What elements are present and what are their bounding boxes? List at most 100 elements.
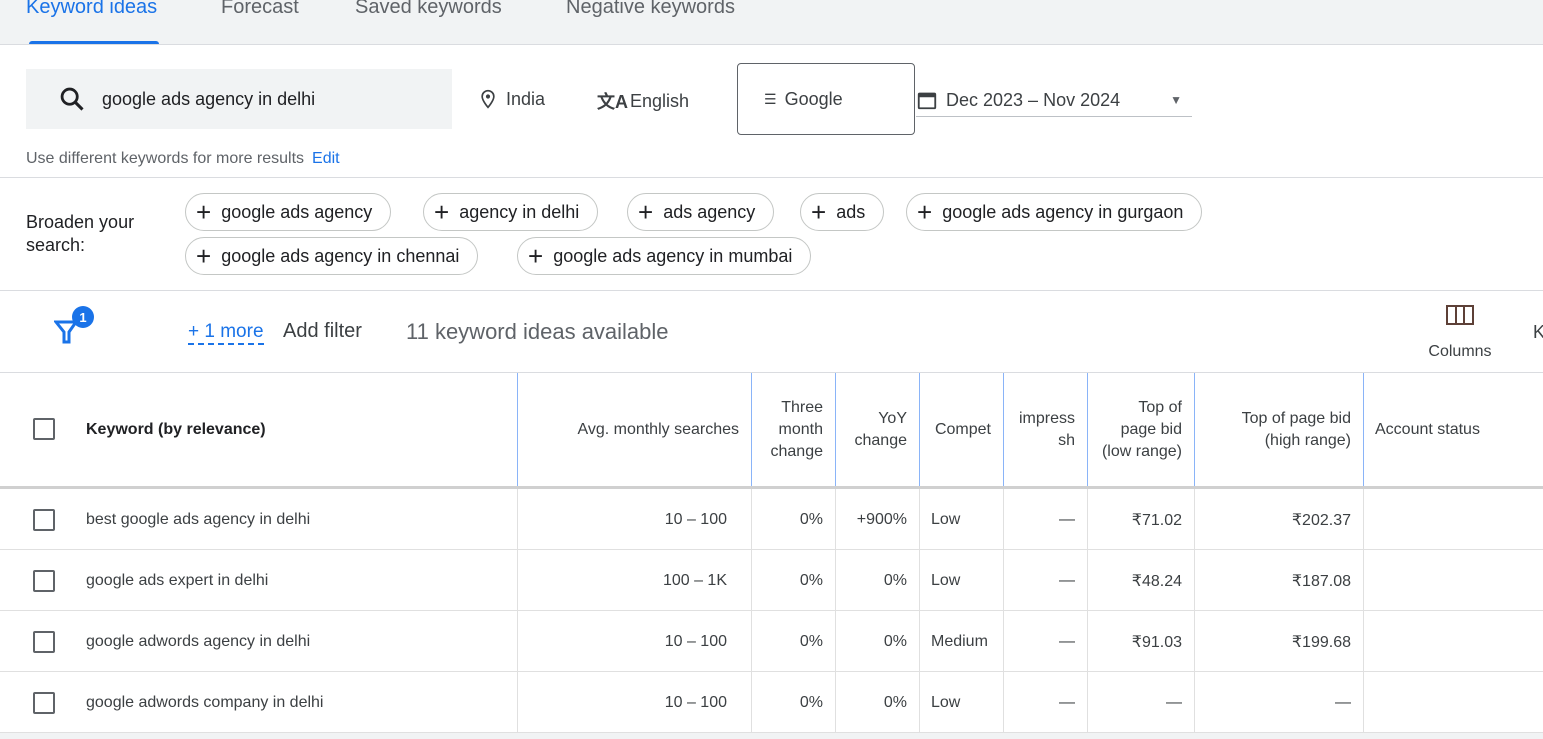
network-selector[interactable]: ☰ Google <box>737 63 915 135</box>
chip-label: google ads agency in gurgaon <box>942 201 1184 222</box>
table-cell: 10 – 100 <box>664 693 727 711</box>
hint: Use different keywords for more results E… <box>26 150 340 167</box>
table-cell: — <box>1059 693 1075 711</box>
table-cell: 100 – 1K <box>662 571 727 589</box>
table-cell: 0% <box>883 571 907 589</box>
location-label: India <box>506 88 546 109</box>
language-selector[interactable]: 文A English <box>597 88 689 114</box>
table-cell: 0% <box>799 571 823 589</box>
search-network-icon: ☰ <box>764 91 777 107</box>
chip-label: ads agency <box>663 201 756 222</box>
columns-button[interactable]: Columns <box>1420 305 1500 361</box>
table-cell: ₹202.37 <box>1291 511 1351 529</box>
language-label: English <box>630 90 690 111</box>
table-cell: Low <box>931 510 961 528</box>
plus-icon: + <box>196 241 212 271</box>
broaden-chip[interactable]: + google ads agency in mumbai <box>517 237 812 275</box>
table-cell: ₹48.24 <box>1131 572 1182 590</box>
date-range-label: Dec 2023 – Nov 2024 <box>946 89 1121 110</box>
broaden-chip[interactable]: + google ads agency in gurgaon <box>906 193 1203 231</box>
column-header[interactable]: Top of page bid (high range) <box>1206 373 1351 487</box>
table-cell: ₹71.02 <box>1131 511 1182 529</box>
chip-label: google ads agency in chennai <box>221 245 460 266</box>
dropdown-arrow-icon: ▼ <box>1170 93 1182 107</box>
chip-label: google ads agency in mumbai <box>553 245 793 266</box>
column-header[interactable]: YoY change <box>847 373 908 487</box>
tab-negative-keywords[interactable]: Negative keywords <box>566 0 735 44</box>
more-filters-link[interactable]: + 1 more <box>188 321 264 345</box>
table-cell: — <box>1166 693 1182 711</box>
tab-keyword-ideas[interactable]: Keyword ideas <box>26 0 160 44</box>
table-cell <box>1375 672 1531 733</box>
tab-forecast[interactable]: Forecast <box>221 0 299 44</box>
table-cell: google adwords agency in delhi <box>86 632 311 650</box>
table-cell: 0% <box>799 693 823 711</box>
table-cell <box>1375 489 1531 550</box>
table-cell: 0% <box>883 632 907 650</box>
translate-icon: 文A <box>597 92 628 112</box>
broaden-chip[interactable]: + ads agency <box>627 193 775 231</box>
table-cell: best google ads agency in delhi <box>86 510 311 528</box>
table-cell: ₹187.08 <box>1291 572 1351 590</box>
tab-saved-keywords[interactable]: Saved keywords <box>355 0 502 44</box>
plus-icon: + <box>528 241 544 271</box>
location-pin-icon <box>481 89 495 109</box>
tab-bar: Keyword ideas Forecast Saved keywords Ne… <box>0 0 1543 45</box>
add-filter-button[interactable]: Add filter <box>283 320 362 343</box>
plus-icon: + <box>434 197 450 227</box>
network-label: Google <box>784 89 843 109</box>
chip-label: ads <box>836 201 866 222</box>
columns-label: Columns <box>1428 343 1492 360</box>
plus-icon: + <box>917 197 933 227</box>
table-cell: 10 – 100 <box>664 510 727 528</box>
columns-icon <box>1446 305 1474 325</box>
filter-button[interactable]: 1 <box>52 306 94 351</box>
table-cell <box>1375 550 1531 611</box>
broaden-label: Broaden your search: <box>26 212 135 255</box>
table-cell: Medium <box>931 632 988 650</box>
table-cell: +900% <box>856 510 907 528</box>
chip-label: agency in delhi <box>459 201 580 222</box>
broaden-chip[interactable]: + ads <box>800 193 885 231</box>
column-header[interactable]: impress sh <box>1015 373 1075 487</box>
column-header[interactable]: Account status <box>1375 373 1531 487</box>
location-selector[interactable]: India <box>478 88 545 110</box>
table-cell: 0% <box>799 510 823 528</box>
broaden-chip[interactable]: + google ads agency in chennai <box>185 237 479 275</box>
column-header[interactable]: Avg. monthly searches <box>529 373 739 487</box>
broaden-chip[interactable]: + google ads agency <box>185 193 392 231</box>
row-checkbox[interactable] <box>33 509 55 531</box>
column-header[interactable]: Keyword (by relevance) <box>86 373 517 487</box>
edit-link[interactable]: Edit <box>312 150 340 167</box>
column-header[interactable]: Compet <box>931 373 991 487</box>
row-checkbox[interactable] <box>33 692 55 714</box>
search-input[interactable]: google ads agency in delhi <box>26 69 452 129</box>
filter-badge: 1 <box>72 306 94 328</box>
row-checkbox[interactable] <box>33 631 55 653</box>
table-cell: — <box>1335 693 1351 711</box>
date-range-selector[interactable]: Dec 2023 – Nov 2024 ▼ <box>916 84 1192 117</box>
table-cell: — <box>1059 571 1075 589</box>
broaden-chip[interactable]: + agency in delhi <box>423 193 599 231</box>
table-cell: 0% <box>883 693 907 711</box>
row-checkbox[interactable] <box>33 570 55 592</box>
table-cell: Low <box>931 571 961 589</box>
column-header[interactable]: Top of page bid (low range) <box>1099 373 1182 487</box>
table-cell: google adwords company in delhi <box>86 693 324 711</box>
chip-label: google ads agency <box>221 201 373 222</box>
table-cell: 0% <box>799 632 823 650</box>
keyword-count: 11 keyword ideas available <box>406 319 669 344</box>
table-cell <box>1375 611 1531 672</box>
table-cell: google ads expert in delhi <box>86 571 269 589</box>
table-cell: ₹91.03 <box>1131 633 1182 651</box>
select-all-checkbox[interactable] <box>33 418 55 440</box>
table-cell: — <box>1059 510 1075 528</box>
plus-icon: + <box>811 197 827 227</box>
plus-icon: + <box>196 197 212 227</box>
column-header[interactable]: Three month change <box>763 373 824 487</box>
search-icon <box>60 87 84 111</box>
table-cell: ₹199.68 <box>1291 633 1351 651</box>
keyword-view-label[interactable]: K <box>1533 322 1543 343</box>
calendar-icon <box>917 92 937 110</box>
table-cell: Low <box>931 693 961 711</box>
